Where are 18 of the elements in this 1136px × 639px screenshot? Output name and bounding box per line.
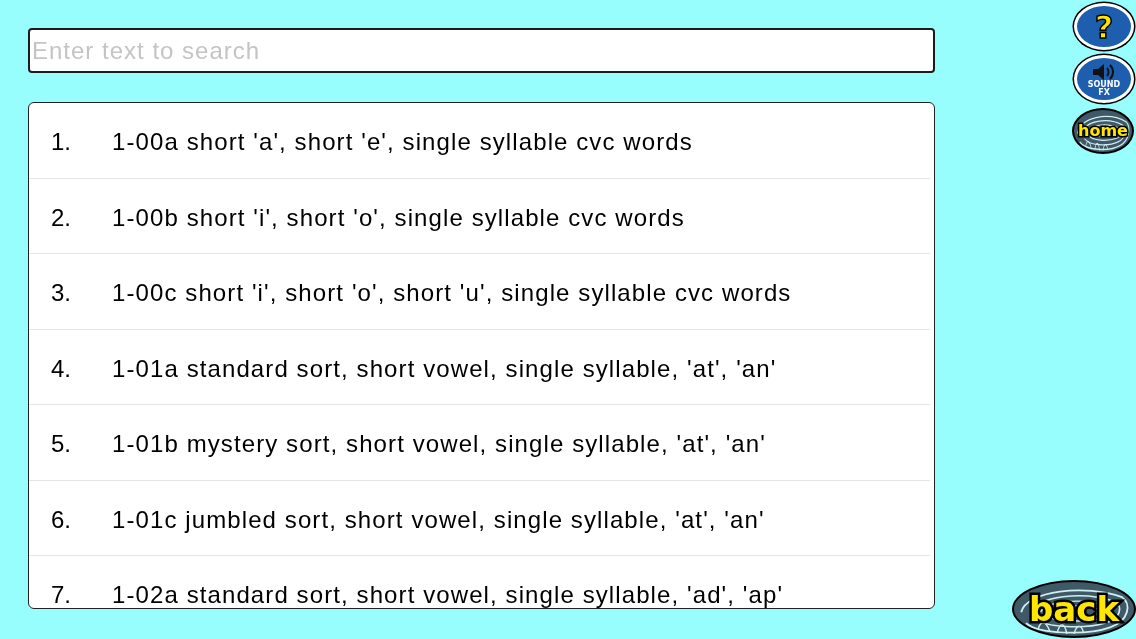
item-number: 6.	[51, 504, 72, 535]
speaker-icon	[1092, 62, 1116, 81]
help-button[interactable]: ?	[1074, 3, 1134, 50]
item-number: 5.	[51, 429, 72, 460]
item-number: 1.	[51, 127, 72, 158]
item-number: 4.	[51, 353, 72, 384]
search-field[interactable]: Enter text to search	[28, 28, 935, 73]
item-number: 7.	[51, 580, 72, 608]
item-number: 2.	[51, 202, 72, 233]
list-item-title[interactable]: 1-00a short 'a', short 'e', single syllable cvc words	[112, 124, 693, 161]
list-item-title[interactable]: 1-01c jumbled sort, short vowel, single syllable, 'at', 'an'	[112, 501, 765, 538]
sound-fx-button[interactable]: SOUND FX	[1074, 55, 1134, 103]
item-number: 3.	[51, 278, 72, 309]
list-item-title[interactable]: 1-00b short 'i', short 'o', single syllable cvc words	[112, 199, 685, 236]
list-item-title[interactable]: 1-02a standard sort, short vowel, single syllable, 'ad', 'ap'	[112, 577, 784, 608]
list-item-title[interactable]: 1-01a standard sort, short vowel, single syllable, 'at', 'an'	[112, 350, 777, 387]
list-item-title[interactable]: 1-00c short 'i', short 'o', short 'u', single syllable cvc words	[112, 275, 792, 312]
list-item-title[interactable]: 1-01b mystery sort, short vowel, single syllable, 'at', 'an'	[112, 426, 766, 463]
